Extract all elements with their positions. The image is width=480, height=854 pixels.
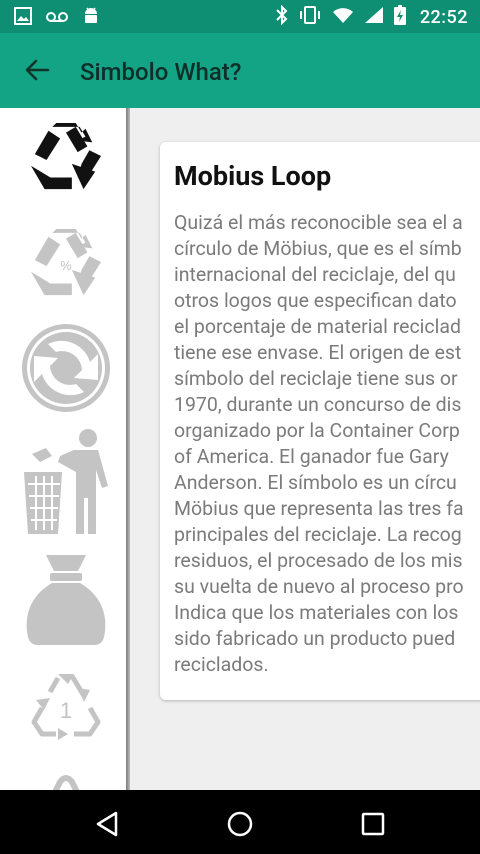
android-icon bbox=[82, 6, 100, 30]
vibrate-icon bbox=[298, 6, 322, 28]
back-button[interactable] bbox=[22, 55, 52, 85]
home-circle-icon bbox=[227, 811, 253, 837]
card-title: Mobius Loop bbox=[174, 160, 332, 192]
resin-code-1-icon: 1 bbox=[31, 674, 101, 740]
status-bar: 22:52 bbox=[0, 0, 480, 33]
sidebar-item-garbage-bag[interactable] bbox=[18, 552, 114, 648]
bluetooth-icon bbox=[276, 4, 288, 29]
recycle-percent-icon: % bbox=[30, 228, 102, 296]
card-description: Quizá el más reconocible sea el a círcul… bbox=[174, 211, 464, 676]
sidebar-item-partial[interactable] bbox=[18, 768, 114, 790]
symbol-card: Mobius Loop Quizá el más reconocible sea… bbox=[160, 142, 480, 700]
sidebar-item-tidyman[interactable] bbox=[18, 426, 114, 538]
detail-pane: Mobius Loop Quizá el más reconocible sea… bbox=[130, 108, 480, 790]
recycle-black-icon bbox=[30, 122, 102, 190]
symbol-sidebar: % 1 bbox=[0, 108, 126, 790]
green-dot-icon bbox=[22, 324, 110, 412]
sidebar-item-resin-code-1[interactable]: 1 bbox=[18, 668, 114, 744]
page-title: Simbolo What? bbox=[80, 58, 242, 86]
nav-home-button[interactable] bbox=[222, 806, 258, 842]
battery-icon bbox=[393, 5, 406, 29]
nav-back-button[interactable] bbox=[89, 806, 125, 842]
recents-square-icon bbox=[361, 812, 385, 836]
wifi-icon bbox=[332, 6, 354, 28]
signal-icon bbox=[364, 6, 384, 28]
sidebar-item-mobius-loop[interactable] bbox=[18, 120, 114, 196]
navigation-bar bbox=[0, 790, 480, 854]
sidebar-item-recycle-percent[interactable]: % bbox=[18, 224, 114, 304]
tidyman-icon bbox=[24, 429, 108, 534]
app-bar: Simbolo What? bbox=[0, 33, 480, 108]
sidebar-item-green-dot[interactable] bbox=[18, 320, 114, 416]
clock: 22:52 bbox=[419, 6, 468, 28]
image-icon bbox=[14, 7, 32, 29]
garbage-bag-icon bbox=[26, 555, 106, 645]
voicemail-icon bbox=[46, 9, 68, 28]
nav-recents-button[interactable] bbox=[355, 806, 391, 842]
arrow-back-icon bbox=[25, 59, 50, 81]
partial-icon bbox=[52, 775, 80, 790]
svg-text:1: 1 bbox=[60, 698, 72, 723]
svg-text:%: % bbox=[60, 259, 71, 273]
back-triangle-icon bbox=[96, 811, 118, 837]
